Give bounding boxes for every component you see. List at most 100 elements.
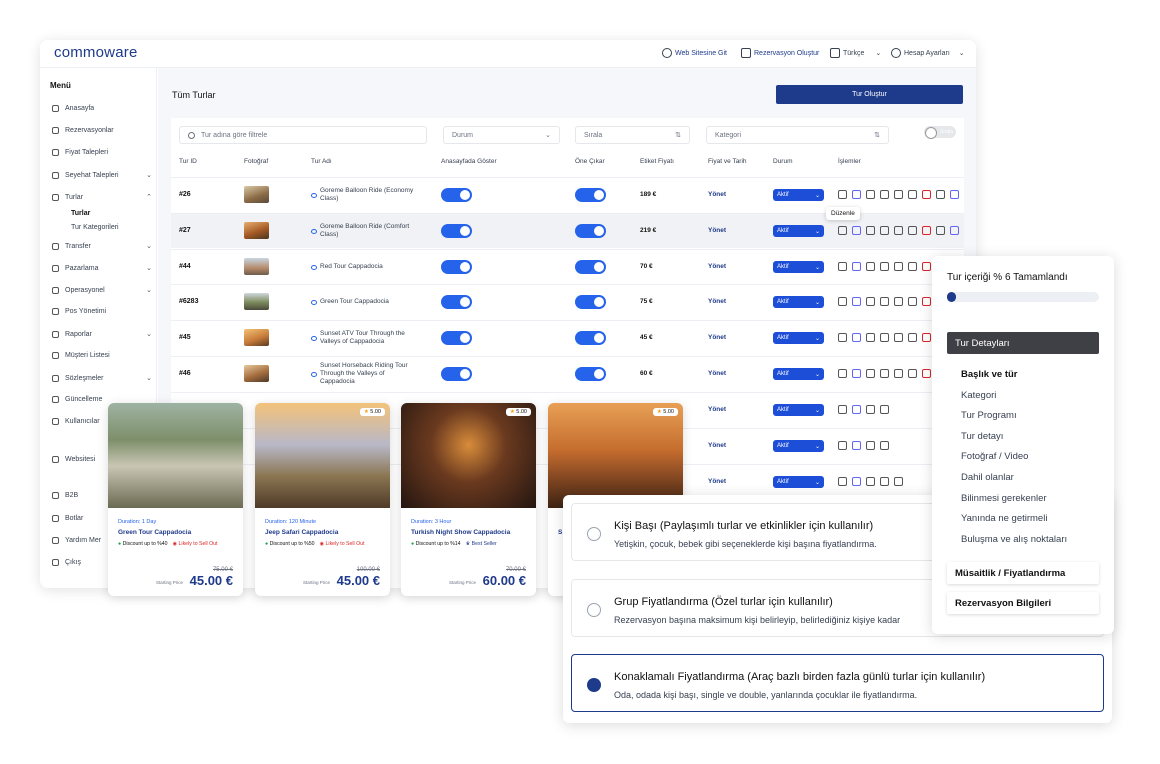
status-select[interactable]: Aktif ⌄ bbox=[773, 332, 824, 344]
tour-name[interactable]: Red Tour Cappadocia bbox=[311, 258, 421, 276]
tour-card-name[interactable]: S bbox=[558, 529, 562, 536]
search-input[interactable]: Tur adına göre filtrele bbox=[179, 126, 427, 144]
help-icon[interactable] bbox=[880, 333, 889, 342]
tour-name[interactable]: Goreme Balloon Ride (Economy Class) bbox=[311, 186, 421, 204]
copy-icon[interactable] bbox=[866, 441, 875, 450]
delete-icon[interactable] bbox=[922, 190, 931, 199]
edit-icon[interactable] bbox=[838, 226, 847, 235]
featured-toggle[interactable] bbox=[575, 367, 606, 381]
status-select[interactable]: Aktif ⌄ bbox=[773, 225, 824, 237]
edit-alt-icon[interactable] bbox=[852, 441, 861, 450]
section-item[interactable]: Başlık ve tür bbox=[961, 369, 1018, 380]
calendar-icon[interactable] bbox=[936, 190, 945, 199]
copy-icon[interactable] bbox=[866, 333, 875, 342]
edit-alt-icon[interactable] bbox=[852, 226, 861, 235]
search-icon[interactable] bbox=[894, 297, 903, 306]
radio-button[interactable] bbox=[587, 603, 601, 617]
edit-alt-icon[interactable] bbox=[852, 190, 861, 199]
status-select[interactable]: Aktif ⌄ bbox=[773, 296, 824, 308]
delete-icon[interactable] bbox=[922, 262, 931, 271]
sidebar-item[interactable]: Müşteri Listesi bbox=[52, 352, 152, 359]
copy-icon[interactable] bbox=[866, 369, 875, 378]
manage-price-link[interactable]: Yönet bbox=[708, 334, 726, 341]
add-user-icon[interactable] bbox=[908, 297, 917, 306]
delete-icon[interactable] bbox=[922, 369, 931, 378]
language-select[interactable]: Türkçe ⌄ bbox=[830, 48, 881, 58]
status-filter[interactable]: Durum ⌄ bbox=[443, 126, 560, 144]
website-link[interactable]: Web Sitesine Git bbox=[662, 48, 727, 58]
featured-toggle[interactable] bbox=[575, 295, 606, 309]
tour-card-name[interactable]: Turkish Night Show Cappadocia bbox=[411, 529, 510, 536]
manage-price-link[interactable]: Yönet bbox=[708, 298, 726, 305]
delete-icon[interactable] bbox=[922, 333, 931, 342]
section-item[interactable]: Yanında ne getirmeli bbox=[961, 513, 1047, 524]
tour-name[interactable]: Sunset ATV Tour Through the Valleys of C… bbox=[311, 329, 421, 347]
sidebar-item[interactable]: Turlar ⌃ bbox=[52, 193, 152, 201]
sidebar-item[interactable]: Raporlar ⌄ bbox=[52, 330, 152, 338]
tour-name[interactable]: Green Tour Cappadocia bbox=[311, 293, 421, 311]
radio-button[interactable] bbox=[587, 527, 601, 541]
help-icon[interactable] bbox=[880, 477, 889, 486]
status-select[interactable]: Aktif ⌄ bbox=[773, 440, 824, 452]
help-icon[interactable] bbox=[880, 297, 889, 306]
sidebar-item[interactable]: Güncelleme bbox=[52, 396, 152, 403]
copy-icon[interactable] bbox=[866, 262, 875, 271]
featured-toggle[interactable] bbox=[575, 260, 606, 274]
section-item[interactable]: Kategori bbox=[961, 390, 996, 401]
section-item[interactable]: Fotoğraf / Video bbox=[961, 451, 1028, 462]
category-filter[interactable]: Kategori ⇅ bbox=[706, 126, 889, 144]
add-user-icon[interactable] bbox=[908, 333, 917, 342]
homepage-toggle[interactable] bbox=[441, 188, 472, 202]
homepage-toggle[interactable] bbox=[441, 295, 472, 309]
edit-icon[interactable] bbox=[838, 477, 847, 486]
sidebar-item[interactable]: Rezervasyonlar bbox=[52, 127, 152, 134]
edit-icon[interactable] bbox=[838, 441, 847, 450]
sidebar-item[interactable]: Seyehat Talepleri ⌄ bbox=[52, 171, 152, 179]
copy-icon[interactable] bbox=[866, 190, 875, 199]
search-icon[interactable] bbox=[894, 369, 903, 378]
search-icon[interactable] bbox=[894, 333, 903, 342]
copy-icon[interactable] bbox=[866, 405, 875, 414]
manage-price-link[interactable]: Yönet bbox=[708, 263, 726, 270]
sidebar-item[interactable]: Pos Yönetimi bbox=[52, 308, 152, 315]
status-select[interactable]: Aktif ⌄ bbox=[773, 368, 824, 380]
sidebar-subitem-tours[interactable]: Turlar bbox=[71, 210, 90, 217]
search-icon[interactable] bbox=[894, 477, 903, 486]
sidebar-item[interactable]: Fiyat Talepleri bbox=[52, 149, 152, 156]
status-select[interactable]: Aktif ⌄ bbox=[773, 189, 824, 201]
delete-icon[interactable] bbox=[922, 297, 931, 306]
tour-card[interactable]: ★ 5.00 Duration: 120 Minute Jeep Safari Ca… bbox=[255, 403, 390, 596]
calendar-icon[interactable] bbox=[936, 226, 945, 235]
section-tour-details[interactable]: Tur Detayları bbox=[947, 332, 1099, 354]
add-user-icon[interactable] bbox=[908, 369, 917, 378]
sidebar-item[interactable]: Transfer ⌄ bbox=[52, 242, 152, 250]
sort-toggle[interactable]: Sırala bbox=[924, 126, 956, 139]
status-select[interactable]: Aktif ⌄ bbox=[773, 261, 824, 273]
create-reservation-link[interactable]: Rezervasyon Oluştur bbox=[741, 48, 819, 58]
manage-price-link[interactable]: Yönet bbox=[708, 406, 726, 413]
homepage-toggle[interactable] bbox=[441, 367, 472, 381]
homepage-toggle[interactable] bbox=[441, 224, 472, 238]
help-icon[interactable] bbox=[880, 369, 889, 378]
section-availability-pricing[interactable]: Müsaitlik / Fiyatlandırma bbox=[947, 562, 1099, 584]
app-logo[interactable]: commoware bbox=[54, 44, 138, 61]
edit-icon[interactable] bbox=[838, 405, 847, 414]
calendar-alt-icon[interactable] bbox=[950, 190, 959, 199]
delete-icon[interactable] bbox=[922, 226, 931, 235]
copy-icon[interactable] bbox=[866, 226, 875, 235]
tour-name[interactable]: Sunset Horseback Riding Tour Through the… bbox=[311, 362, 421, 385]
edit-alt-icon[interactable] bbox=[852, 262, 861, 271]
search-icon[interactable] bbox=[894, 190, 903, 199]
edit-alt-icon[interactable] bbox=[852, 369, 861, 378]
help-icon[interactable] bbox=[880, 190, 889, 199]
sidebar-item[interactable]: Sözleşmeler ⌄ bbox=[52, 374, 152, 382]
manage-price-link[interactable]: Yönet bbox=[708, 478, 726, 485]
manage-price-link[interactable]: Yönet bbox=[708, 442, 726, 449]
sidebar-subitem-categories[interactable]: Tur Kategorileri bbox=[71, 224, 119, 231]
edit-icon[interactable] bbox=[838, 297, 847, 306]
manage-price-link[interactable]: Yönet bbox=[708, 227, 726, 234]
tour-card-name[interactable]: Green Tour Cappadocia bbox=[118, 529, 191, 536]
section-item[interactable]: Dahil olanlar bbox=[961, 472, 1014, 483]
edit-icon[interactable] bbox=[838, 190, 847, 199]
search-icon[interactable] bbox=[894, 262, 903, 271]
